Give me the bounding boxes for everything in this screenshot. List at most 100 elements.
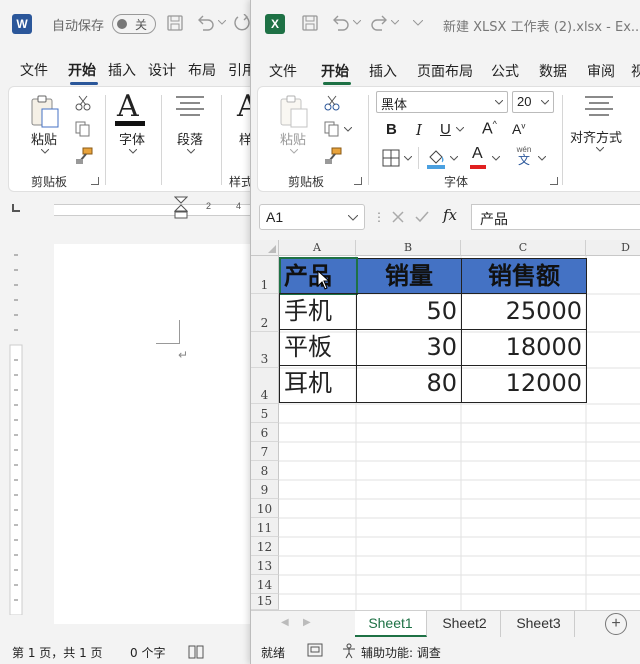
word-tab-design[interactable]: 设计 xyxy=(148,60,176,80)
grow-font-button[interactable]: A^ xyxy=(482,119,497,138)
undo-dropdown-icon[interactable] xyxy=(218,20,226,26)
excel-save-icon[interactable] xyxy=(301,14,319,32)
word-tab-insert[interactable]: 插入 xyxy=(108,60,136,80)
cell-b4[interactable]: 80 xyxy=(356,365,462,403)
excel-undo-icon[interactable] xyxy=(331,14,351,32)
row-header-15[interactable]: 15 xyxy=(251,594,279,610)
excel-font-launcher-icon[interactable] xyxy=(550,177,558,185)
excel-tab-file[interactable]: 文件 xyxy=(269,61,297,81)
excel-tab-data[interactable]: 数据 xyxy=(539,61,567,81)
excel-clipboard-launcher-icon[interactable] xyxy=(354,177,362,185)
row-header-12[interactable]: 12 xyxy=(251,537,279,556)
sheet-scroll-left-icon[interactable]: ◀ xyxy=(281,617,289,628)
cell-c4[interactable]: 12000 xyxy=(461,365,587,403)
autosave-toggle[interactable]: 关 xyxy=(112,14,156,34)
cell-c1[interactable]: 销售额 xyxy=(461,258,587,294)
word-font-dropdown-icon[interactable] xyxy=(129,149,137,154)
worksheet-grid[interactable]: A B C D 1 2 3 4 5 6 7 8 9 10 11 12 13 14… xyxy=(251,240,640,610)
cell-b1[interactable]: 销量 xyxy=(356,258,462,294)
word-tab-file[interactable]: 文件 xyxy=(20,60,48,80)
alignment-icon[interactable] xyxy=(584,95,614,119)
phonetic-guide-button[interactable]: wén 文 xyxy=(514,145,534,166)
word-paragraph-icon[interactable] xyxy=(175,95,205,119)
excel-cut-icon[interactable] xyxy=(324,95,340,111)
phonetic-dropdown-icon[interactable] xyxy=(538,156,546,161)
word-document-page[interactable]: ↵ xyxy=(54,244,256,624)
alignment-dropdown-icon[interactable] xyxy=(596,147,604,152)
excel-tab-insert[interactable]: 插入 xyxy=(369,61,397,81)
row-header-13[interactable]: 13 xyxy=(251,556,279,575)
row-header-3[interactable]: 3 xyxy=(251,332,279,368)
confirm-entry-icon[interactable] xyxy=(415,210,429,224)
word-tab-home[interactable]: 开始 xyxy=(68,60,96,80)
excel-tab-formulas[interactable]: 公式 xyxy=(491,61,519,81)
row-header-9[interactable]: 9 xyxy=(251,480,279,499)
cell-b3[interactable]: 30 xyxy=(356,329,462,366)
accessibility-status[interactable]: 辅助功能: 调查 xyxy=(361,644,441,661)
row-header-14[interactable]: 14 xyxy=(251,575,279,594)
tab-stop-icon[interactable] xyxy=(12,204,20,212)
word-format-painter-icon[interactable] xyxy=(75,147,93,165)
cell-c2[interactable]: 25000 xyxy=(461,293,587,330)
excel-paste-icon[interactable] xyxy=(278,93,310,129)
shrink-font-button[interactable]: Av xyxy=(512,121,525,137)
word-font-icon[interactable]: A xyxy=(117,89,139,124)
excel-tab-home[interactable]: 开始 xyxy=(321,61,349,81)
bold-button[interactable]: B xyxy=(386,121,397,138)
word-proofing-icon[interactable] xyxy=(188,644,204,660)
excel-paste-dropdown-icon[interactable] xyxy=(290,149,298,154)
accessibility-icon[interactable] xyxy=(341,643,357,659)
cell-a2[interactable]: 手机 xyxy=(279,293,357,330)
word-clipboard-launcher-icon[interactable] xyxy=(91,177,99,185)
font-name-dropdown[interactable]: 黑体 xyxy=(376,91,508,113)
add-sheet-icon[interactable]: + xyxy=(605,613,627,635)
excel-tab-page-layout[interactable]: 页面布局 xyxy=(417,61,473,81)
word-page-count[interactable]: 第 1 页，共 1 页 xyxy=(12,644,103,661)
cell-b2[interactable]: 50 xyxy=(356,293,462,330)
row-header-5[interactable]: 5 xyxy=(251,404,279,423)
word-copy-icon[interactable] xyxy=(75,121,91,137)
excel-qat-customize-icon[interactable] xyxy=(413,20,423,26)
fill-color-icon[interactable] xyxy=(426,147,446,169)
column-header-b[interactable]: B xyxy=(356,240,461,256)
formula-bar-grip-icon[interactable]: ⋮ xyxy=(373,210,385,224)
cell-c3[interactable]: 18000 xyxy=(461,329,587,366)
word-paste-icon[interactable] xyxy=(29,93,61,129)
row-header-8[interactable]: 8 xyxy=(251,461,279,480)
underline-button[interactable]: U xyxy=(440,121,451,138)
column-header-a[interactable]: A xyxy=(279,240,356,256)
font-color-button[interactable]: A xyxy=(472,145,483,163)
excel-redo-dropdown-icon[interactable] xyxy=(391,20,399,26)
sheet-tab-1[interactable]: Sheet1 xyxy=(355,611,427,637)
excel-copy-icon[interactable] xyxy=(324,121,340,137)
row-header-7[interactable]: 7 xyxy=(251,442,279,461)
column-header-c[interactable]: C xyxy=(461,240,586,256)
word-paragraph-dropdown-icon[interactable] xyxy=(187,149,195,154)
column-header-d[interactable]: D xyxy=(586,240,640,256)
row-header-2[interactable]: 2 xyxy=(251,294,279,332)
alignment-label[interactable]: 对齐方式 xyxy=(570,127,622,146)
select-all-corner[interactable] xyxy=(251,240,279,256)
insert-function-icon[interactable]: fx xyxy=(443,206,457,224)
excel-redo-icon[interactable] xyxy=(369,14,389,32)
cancel-entry-icon[interactable] xyxy=(391,210,405,224)
font-size-dropdown[interactable]: 20 xyxy=(512,91,554,113)
name-box[interactable]: A1 xyxy=(259,204,365,230)
excel-undo-dropdown-icon[interactable] xyxy=(353,20,361,26)
row-header-4[interactable]: 4 xyxy=(251,368,279,404)
italic-button[interactable]: I xyxy=(416,121,422,139)
word-font-label[interactable]: 字体 xyxy=(119,129,145,148)
row-header-11[interactable]: 11 xyxy=(251,518,279,537)
row-header-1[interactable]: 1 xyxy=(251,256,279,294)
cell-a4[interactable]: 耳机 xyxy=(279,365,357,403)
undo-icon[interactable] xyxy=(196,14,216,32)
excel-tab-review[interactable]: 审阅 xyxy=(587,61,615,81)
word-word-count[interactable]: 0 个字 xyxy=(130,644,165,661)
row-header-10[interactable]: 10 xyxy=(251,499,279,518)
save-icon[interactable] xyxy=(166,14,184,32)
cell-mode-icon[interactable] xyxy=(307,643,323,657)
borders-dropdown-icon[interactable] xyxy=(404,156,412,161)
sheet-scroll-right-icon[interactable]: ▶ xyxy=(303,617,311,628)
row-header-6[interactable]: 6 xyxy=(251,423,279,442)
sheet-tab-2[interactable]: Sheet2 xyxy=(429,611,501,637)
